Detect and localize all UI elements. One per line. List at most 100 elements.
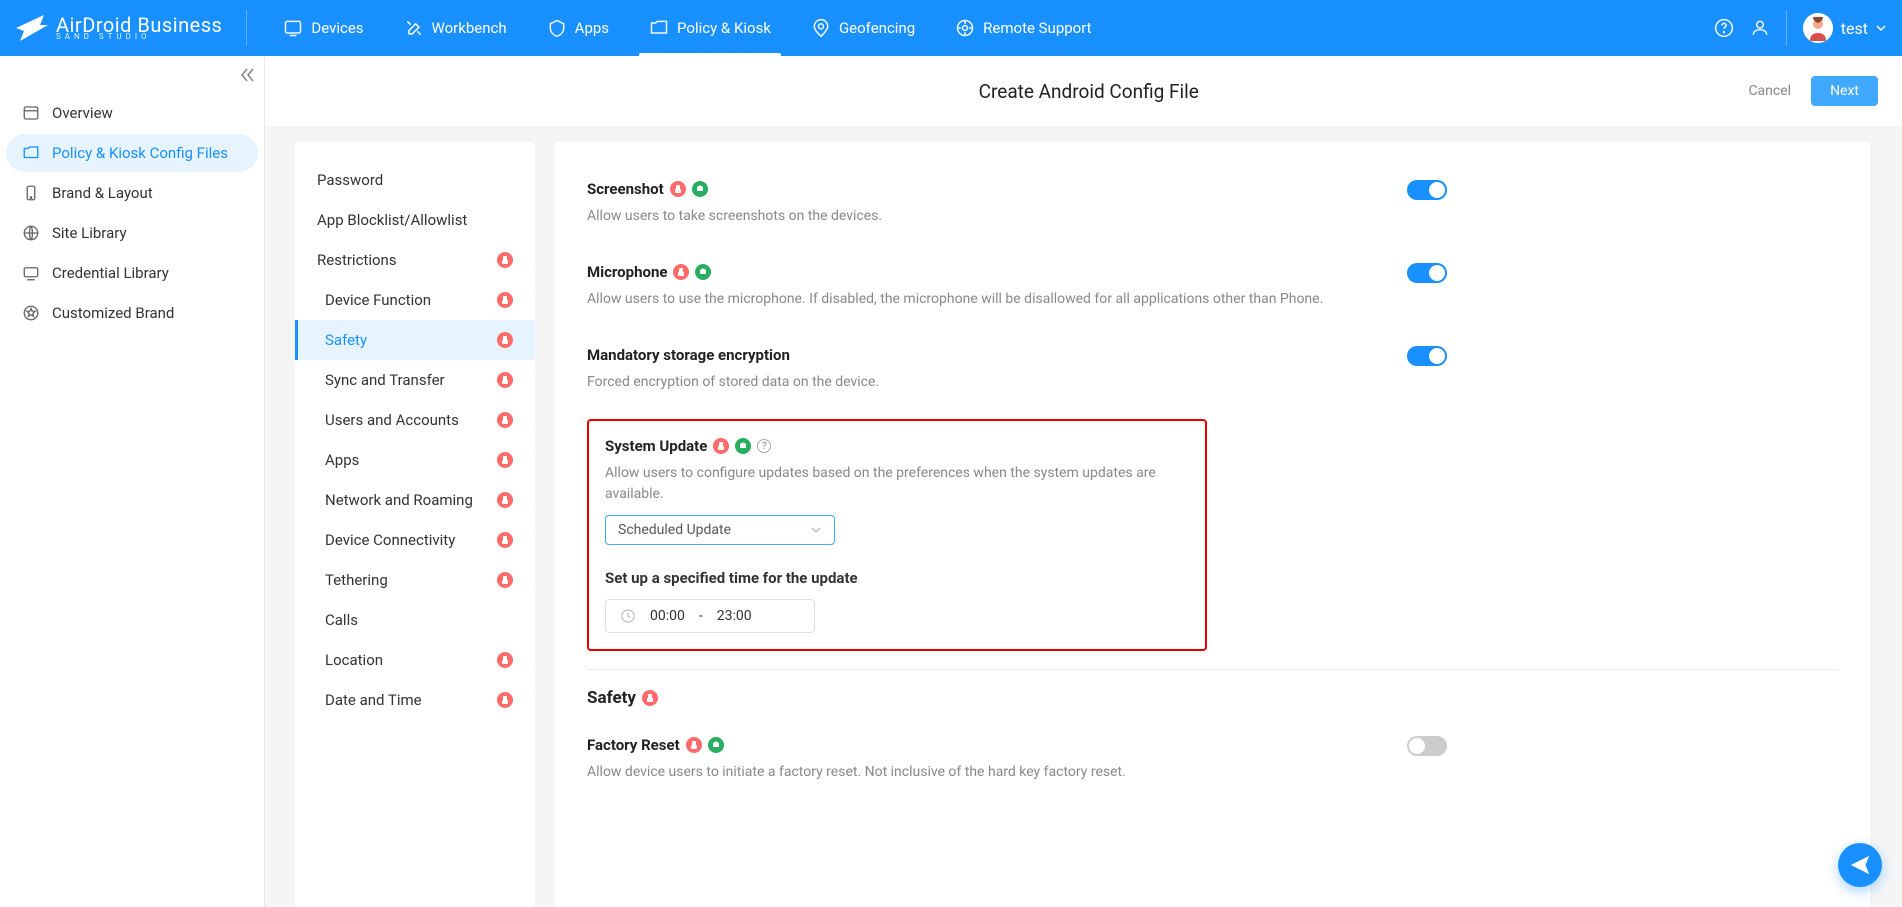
badge-icon	[497, 652, 513, 668]
screenshot-toggle[interactable]	[1407, 180, 1447, 200]
setting-desc: Allow users to take screenshots on the d…	[587, 206, 1387, 227]
config-tethering[interactable]: Tethering	[295, 560, 535, 600]
android-badge	[692, 181, 708, 197]
policy-icon	[649, 18, 669, 38]
nav-label: Apps	[575, 19, 609, 37]
time-subtitle: Set up a specified time for the update	[605, 569, 1189, 587]
config-restrictions[interactable]: Restrictions	[295, 240, 535, 280]
apps-icon	[547, 18, 567, 38]
user-menu[interactable]: test	[1786, 10, 1886, 46]
config-label: Safety	[325, 331, 367, 349]
support-fab[interactable]	[1838, 843, 1882, 887]
system-update-highlight: System Update ? Allow users to configure…	[587, 419, 1207, 651]
setting-screenshot: Screenshot Allow users to take screensho…	[587, 162, 1839, 245]
factory-reset-toggle[interactable]	[1407, 736, 1447, 756]
setting-title-text: System Update	[605, 437, 707, 455]
sidebar-overview[interactable]: Overview	[6, 94, 258, 132]
config-device-connectivity[interactable]: Device Connectivity	[295, 520, 535, 560]
setting-title-text: Factory Reset	[587, 736, 680, 754]
setting-title-text: Mandatory storage encryption	[587, 346, 790, 364]
setting-encryption: Mandatory storage encryption Forced encr…	[587, 328, 1839, 411]
page-title: Create Android Config File	[429, 80, 1748, 103]
badge-icon	[497, 532, 513, 548]
config-sync-transfer[interactable]: Sync and Transfer	[295, 360, 535, 400]
config-location[interactable]: Location	[295, 640, 535, 680]
config-label: Password	[317, 171, 383, 189]
avatar	[1803, 13, 1833, 43]
brand-logo[interactable]: AirDroid Business SAND STUDIO	[16, 10, 247, 46]
phone-icon	[22, 184, 40, 202]
config-label: Users and Accounts	[325, 411, 459, 429]
badge-icon	[497, 572, 513, 588]
sidebar-policy-kiosk[interactable]: Policy & Kiosk Config Files	[6, 134, 258, 172]
config-date-time[interactable]: Date and Time	[295, 680, 535, 720]
sidebar-label: Brand & Layout	[52, 184, 153, 202]
sidebar-customized-brand[interactable]: Customized Brand	[6, 294, 258, 332]
time-end: 23:00	[717, 608, 752, 624]
nav-devices[interactable]: Devices	[263, 0, 383, 56]
time-range-input[interactable]: 00:00 - 23:00	[605, 599, 815, 633]
device-owner-badge	[686, 737, 702, 753]
sidebar-collapse-button[interactable]	[238, 66, 256, 88]
config-label: Apps	[325, 451, 359, 469]
config-safety[interactable]: Safety	[295, 320, 535, 360]
send-icon	[1849, 854, 1871, 876]
divider	[587, 669, 1839, 670]
config-label: Restrictions	[317, 251, 397, 269]
time-start: 00:00	[650, 608, 685, 624]
badge-icon	[497, 492, 513, 508]
device-owner-badge	[670, 181, 686, 197]
config-users-accounts[interactable]: Users and Accounts	[295, 400, 535, 440]
top-nav: AirDroid Business SAND STUDIO Devices Wo…	[0, 0, 1902, 56]
nav-workbench[interactable]: Workbench	[384, 0, 527, 56]
support-icon[interactable]	[1750, 18, 1770, 38]
nav-geofencing[interactable]: Geofencing	[791, 0, 935, 56]
star-icon	[22, 304, 40, 322]
next-button[interactable]: Next	[1811, 76, 1878, 106]
sidebar-site-library[interactable]: Site Library	[6, 214, 258, 252]
sidebar-credential-library[interactable]: Credential Library	[6, 254, 258, 292]
time-sep: -	[699, 608, 703, 624]
encryption-toggle[interactable]	[1407, 346, 1447, 366]
sidebar-brand-layout[interactable]: Brand & Layout	[6, 174, 258, 212]
sidebar-label: Policy & Kiosk Config Files	[52, 144, 228, 162]
collapse-icon	[238, 66, 256, 84]
help-icon[interactable]	[1714, 18, 1734, 38]
chevron-down-icon	[810, 524, 822, 536]
left-sidebar: Overview Policy & Kiosk Config Files Bra…	[0, 56, 265, 907]
badge-icon	[497, 692, 513, 708]
config-label: App Blocklist/Allowlist	[317, 211, 467, 229]
select-value: Scheduled Update	[618, 522, 731, 538]
nav-label: Remote Support	[983, 19, 1091, 37]
help-icon[interactable]: ?	[757, 439, 771, 453]
setting-desc: Allow users to configure updates based o…	[605, 463, 1189, 505]
setting-title-text: Microphone	[587, 263, 667, 281]
chevron-down-icon	[1876, 23, 1886, 33]
settings-panel: Screenshot Allow users to take screensho…	[555, 142, 1872, 907]
config-app-blocklist[interactable]: App Blocklist/Allowlist	[295, 200, 535, 240]
system-update-select[interactable]: Scheduled Update	[605, 515, 835, 545]
setting-factory-reset: Factory Reset Allow device users to init…	[587, 718, 1839, 783]
config-label: Device Connectivity	[325, 531, 455, 549]
microphone-toggle[interactable]	[1407, 263, 1447, 283]
badge-icon	[497, 452, 513, 468]
config-device-function[interactable]: Device Function	[295, 280, 535, 320]
badge-icon	[497, 332, 513, 348]
config-network-roaming[interactable]: Network and Roaming	[295, 480, 535, 520]
sidebar-label: Customized Brand	[52, 304, 174, 322]
config-label: Device Function	[325, 291, 431, 309]
config-calls[interactable]: Calls	[295, 600, 535, 640]
config-password[interactable]: Password	[295, 160, 535, 200]
config-label: Calls	[325, 611, 358, 629]
config-apps[interactable]: Apps	[295, 440, 535, 480]
badge-icon	[497, 372, 513, 388]
nav-policy-kiosk[interactable]: Policy & Kiosk	[629, 0, 791, 56]
nav-apps[interactable]: Apps	[527, 0, 629, 56]
device-owner-badge	[713, 438, 729, 454]
nav-remote-support[interactable]: Remote Support	[935, 0, 1111, 56]
section-heading-text: Safety	[587, 688, 636, 708]
badge-icon	[497, 252, 513, 268]
config-label: Network and Roaming	[325, 491, 473, 509]
cancel-button[interactable]: Cancel	[1748, 83, 1791, 99]
main-area: Create Android Config File Cancel Next P…	[265, 56, 1902, 907]
